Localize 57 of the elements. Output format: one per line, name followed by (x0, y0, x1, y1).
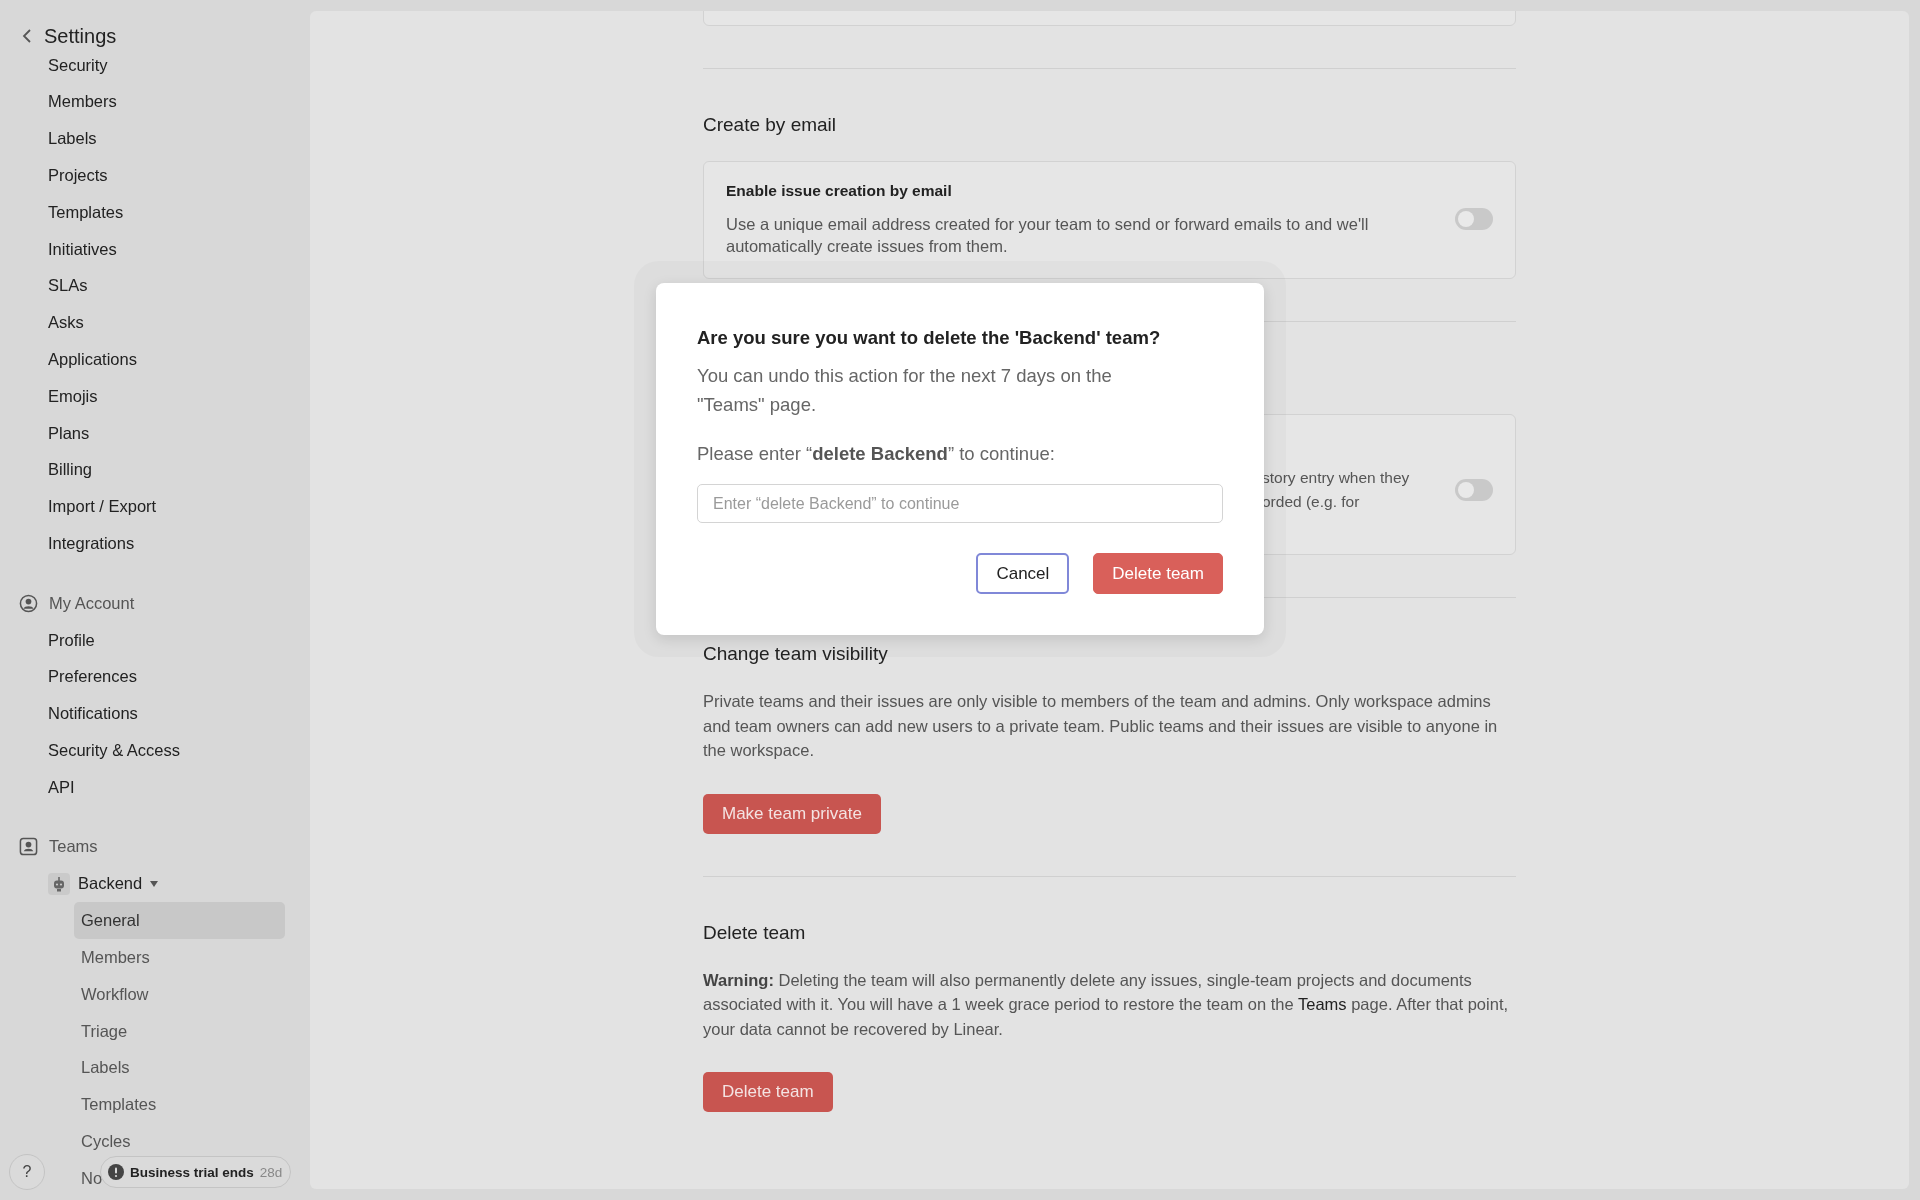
alert-icon (108, 1164, 124, 1180)
trial-text: Business trial ends (130, 1164, 254, 1180)
section-label: Teams (49, 837, 98, 857)
person-square-icon (19, 837, 38, 857)
back-icon[interactable] (22, 29, 32, 43)
setting-description: story entry when they orded (e.g. for (1262, 467, 1411, 512)
sidebar-item[interactable]: Security (0, 46, 310, 84)
danger-button[interactable]: Make team private (703, 793, 881, 834)
sidebar-item[interactable]: No (74, 1159, 103, 1197)
sidebar-item[interactable]: Initiatives (0, 230, 310, 268)
dialog-message: You can undo this action for the next 7 days on the "Teams" page. (697, 364, 1113, 417)
settings-title: Settings (44, 24, 117, 48)
sidebar-item[interactable]: Preferences (0, 658, 310, 696)
user-circle-icon (19, 593, 38, 613)
sidebar-item[interactable]: Labels (74, 1049, 285, 1087)
section-description: Warning: Deleting the team will also permanently delete any issues, single-team projects and documents associated with it. You will have a 1 week grace period to restore the team on the Teams page. After that point, your data cannot be recovered by Linear. (703, 969, 1510, 1040)
toggle-switch[interactable] (1455, 208, 1493, 230)
sidebar-item[interactable]: Integrations (0, 524, 310, 562)
dialog-prompt: Please enter “delete Backend” to continue: (697, 442, 1056, 466)
sidebar-item[interactable]: Billing (0, 451, 310, 489)
sidebar-item[interactable]: Asks (0, 304, 310, 341)
sidebar-item[interactable]: Templates (74, 1086, 285, 1123)
section-description: Private teams and their issues are only visible to members of the team and admins. Only workspace admins and team owners can add new users to a private team. Public teams and their issues are visible to anyone in the workspace. (703, 691, 1499, 761)
sidebar-item[interactable]: Triage (74, 1012, 285, 1050)
caret-icon[interactable] (150, 880, 159, 887)
sidebar-item[interactable]: Templates (0, 193, 310, 231)
cancel-button[interactable]: Cancel (976, 553, 1070, 594)
help-button[interactable]: ? (9, 1154, 45, 1190)
sidebar-item[interactable]: Notifications (0, 695, 310, 732)
sidebar-item[interactable]: Members (0, 83, 310, 121)
section-heading: Delete team (703, 920, 807, 945)
sidebar-item[interactable]: Import / Export (0, 488, 310, 525)
sidebar-item[interactable]: Profile (0, 621, 310, 659)
trial-days: 28d (259, 1164, 283, 1180)
sidebar-item[interactable]: Labels (0, 120, 310, 157)
sidebar-item[interactable]: Workflow (74, 975, 285, 1013)
sidebar-item[interactable]: Members (74, 938, 285, 976)
delete-button[interactable]: Delete team (1093, 553, 1223, 594)
sidebar-item[interactable]: Plans (0, 414, 310, 452)
dialog-title: Are you sure you want to delete the 'Backend' team? (697, 326, 1162, 350)
sidebar-item[interactable]: Emojis (0, 377, 310, 415)
setting-description: Use a unique email address created for your team to send or forward emails to and we'll automatically create issues from them. (726, 214, 1370, 257)
robot-icon (48, 872, 70, 895)
section-heading: Change team visibility (703, 642, 889, 666)
sidebar-item[interactable]: Security & Access (0, 731, 310, 769)
team-name[interactable]: Backend (78, 874, 143, 894)
sidebar-item[interactable]: General (74, 902, 285, 939)
sidebar-item[interactable]: Applications (0, 341, 310, 378)
setting-title: Enable issue creation by email (726, 181, 953, 201)
teams-link[interactable]: Teams (1298, 995, 1347, 1013)
section-heading: Create by email (703, 113, 838, 137)
confirm-input-field[interactable]: Enter “delete Backend” to continue (697, 484, 1223, 523)
section-label: My Account (49, 593, 135, 613)
toggle-switch[interactable] (1455, 478, 1493, 501)
sidebar-item[interactable]: API (0, 768, 310, 806)
sidebar-item[interactable]: SLAs (0, 267, 310, 305)
sidebar-item[interactable]: Projects (0, 157, 310, 194)
